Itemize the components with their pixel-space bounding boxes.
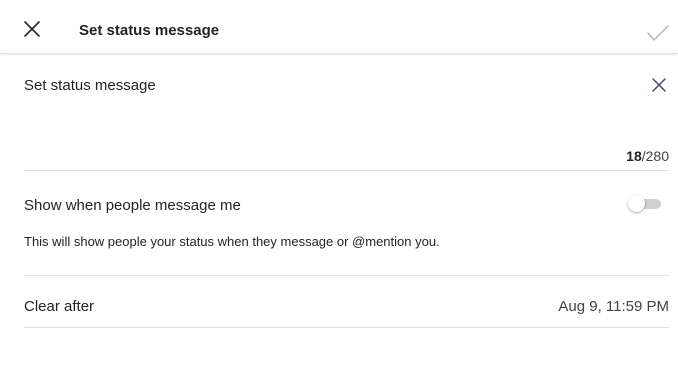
status-message-input[interactable]: Set status message (24, 77, 156, 95)
close-icon[interactable] (23, 20, 41, 38)
set-status-screen: Set status message Set status message 18… (0, 0, 678, 388)
character-limit: /280 (641, 148, 669, 164)
divider (24, 327, 669, 328)
toggle-knob (628, 195, 645, 212)
show-when-messaged-toggle[interactable] (628, 195, 661, 213)
page-title: Set status message (79, 22, 220, 39)
clear-icon[interactable] (651, 77, 667, 93)
show-when-messaged-hint: This will show people your status when t… (24, 234, 440, 249)
character-count: 18 (626, 148, 642, 164)
show-when-messaged-label: Show when people message me (24, 197, 241, 214)
clear-after-value: Aug 9, 11:59 PM (558, 298, 669, 315)
clear-after-row[interactable]: Clear after Aug 9, 11:59 PM (0, 290, 678, 320)
divider (24, 170, 669, 171)
divider (24, 275, 669, 276)
header-bar: Set status message (0, 0, 678, 53)
character-counter: 18/280 (626, 148, 669, 164)
checkmark-icon[interactable] (646, 24, 670, 42)
clear-after-label: Clear after (24, 298, 95, 315)
